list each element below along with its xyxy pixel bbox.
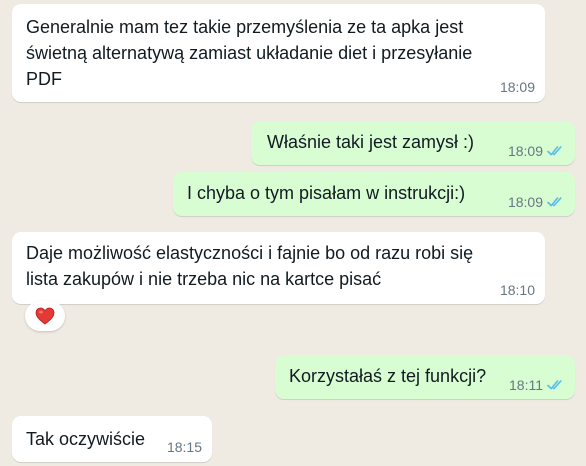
message-meta: 18:11 bbox=[509, 377, 565, 393]
message-outgoing[interactable]: I chyba o tym pisałam w instrukcji:) 18:… bbox=[173, 172, 575, 216]
double-check-read-icon bbox=[547, 380, 562, 390]
message-meta: 18:09 bbox=[508, 143, 565, 159]
message-meta: 18:09 bbox=[500, 79, 535, 95]
message-incoming[interactable]: Generalnie mam tez takie przemyślenia ze… bbox=[12, 4, 545, 102]
message-line: Daje możliwość elastyczności i fajnie bo… bbox=[26, 243, 474, 263]
message-time: 18:09 bbox=[507, 143, 543, 159]
message-line: Właśnie taki jest zamysł :) bbox=[267, 132, 475, 152]
double-check-read-icon bbox=[547, 146, 562, 156]
message-time: 18:10 bbox=[499, 282, 535, 298]
message-text: Daje możliwość elastyczności i fajnie bo… bbox=[26, 240, 473, 292]
message-time: 18:09 bbox=[507, 194, 543, 210]
message-line: świetną alternatywą zamiast układanie di… bbox=[26, 43, 473, 63]
message-time: 18:11 bbox=[509, 377, 543, 393]
message-incoming[interactable]: Tak oczywiście 18:15 bbox=[12, 416, 212, 462]
message-outgoing[interactable]: Korzystałaś z tej funkcji? 18:11 bbox=[275, 355, 575, 399]
message-time: 18:15 bbox=[166, 439, 202, 455]
message-meta: 18:15 bbox=[167, 439, 202, 455]
double-check-read-icon bbox=[547, 197, 562, 207]
message-line: I chyba o tym pisałam w instrukcji:) bbox=[187, 183, 466, 203]
message-text: Generalnie mam tez takie przemyślenia ze… bbox=[26, 14, 472, 92]
message-text: Korzystałaś z tej funkcji? bbox=[289, 363, 486, 389]
message-line: Korzystałaś z tej funkcji? bbox=[289, 366, 487, 386]
message-time: 18:09 bbox=[499, 79, 535, 95]
message-incoming[interactable]: Daje możliwość elastyczności i fajnie bo… bbox=[12, 232, 545, 304]
message-text: I chyba o tym pisałam w instrukcji:) bbox=[187, 180, 465, 206]
message-line: PDF bbox=[26, 69, 62, 89]
heart-icon bbox=[35, 307, 55, 325]
message-line: Tak oczywiście bbox=[26, 429, 146, 449]
heart-reaction-icon[interactable] bbox=[25, 301, 65, 331]
message-meta: 18:10 bbox=[500, 282, 535, 298]
message-text: Właśnie taki jest zamysł :) bbox=[267, 129, 474, 155]
message-meta: 18:09 bbox=[508, 194, 565, 210]
chat-area: Generalnie mam tez takie przemyślenia ze… bbox=[0, 0, 586, 466]
message-line: lista zakupów i nie trzeba nic na kartce… bbox=[26, 269, 382, 289]
message-outgoing[interactable]: Właśnie taki jest zamysł :) 18:09 bbox=[251, 121, 575, 165]
message-line: Generalnie mam tez takie przemyślenia ze… bbox=[26, 17, 464, 37]
message-text: Tak oczywiście bbox=[26, 426, 145, 452]
